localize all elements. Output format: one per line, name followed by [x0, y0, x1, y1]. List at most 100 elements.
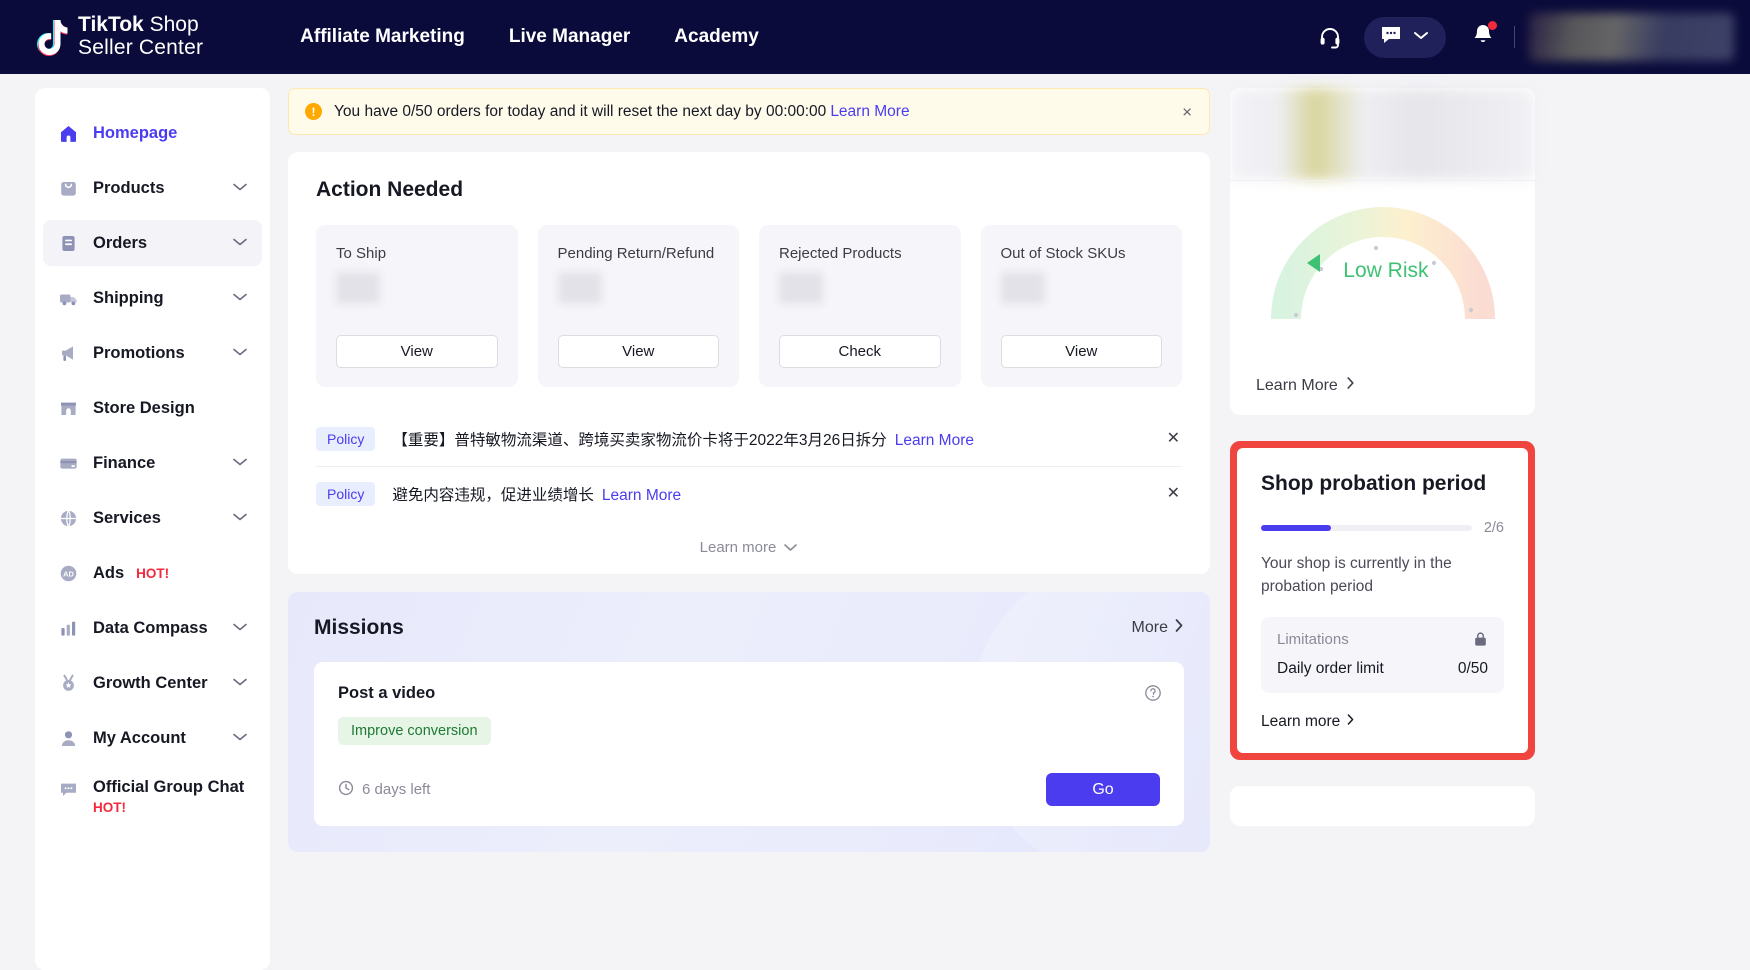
nav-affiliate-marketing[interactable]: Affiliate Marketing	[300, 26, 465, 48]
chevron-down-icon	[232, 619, 248, 637]
person-icon	[57, 727, 79, 749]
hot-badge: HOT!	[93, 800, 244, 815]
sidebar-item-label: Orders	[93, 234, 147, 253]
limitation-label: Daily order limit	[1277, 660, 1384, 678]
sidebar-item-orders[interactable]: Orders	[43, 220, 262, 266]
chevron-right-icon	[1174, 618, 1184, 638]
limitation-value: 0/50	[1458, 660, 1488, 678]
policy-text: 避免内容违规，促进业绩增长	[392, 487, 594, 504]
action-card-label: Pending Return/Refund	[558, 245, 720, 262]
action-card-label: Out of Stock SKUs	[1001, 245, 1163, 262]
mission-go-button[interactable]: Go	[1046, 773, 1160, 806]
help-icon[interactable]	[1144, 684, 1162, 707]
chevron-down-icon	[232, 454, 248, 472]
sidebar-item-label: Growth Center	[93, 674, 208, 693]
bar-chart-icon	[57, 617, 79, 639]
policy-message: 避免内容违规，促进业绩增长 Learn More	[392, 483, 681, 505]
banner-learn-more-link[interactable]: Learn More	[830, 103, 909, 120]
action-needed-grid: To Ship View Pending Return/Refund View …	[316, 225, 1182, 387]
policy-row: Policy 【重要】普特敏物流渠道、跨境买卖家物流价卡将于2022年3月26日…	[316, 412, 1182, 466]
shop-probation-card: Shop probation period 2/6 Your shop is c…	[1237, 448, 1528, 753]
sidebar: Homepage Products Orders Shipping	[35, 88, 270, 970]
logo-wordmark: TikTok Shop Seller Center	[78, 14, 203, 59]
action-card-value	[1001, 272, 1045, 304]
sidebar-item-label: My Account	[93, 729, 186, 748]
headset-icon[interactable]	[1318, 25, 1342, 49]
logo-tiktok-text: TikTok	[78, 13, 144, 36]
notifications-button[interactable]	[1472, 23, 1494, 51]
limitations-header: Limitations	[1277, 631, 1488, 648]
tiktok-note-icon	[35, 18, 69, 56]
close-icon[interactable]: ✕	[1167, 486, 1180, 502]
mission-title: Post a video	[338, 684, 1160, 703]
sidebar-item-label: Products	[93, 179, 165, 198]
sidebar-item-services[interactable]: Services	[43, 495, 262, 541]
sidebar-item-data-compass[interactable]: Data Compass	[43, 605, 262, 651]
top-header: TikTok Shop Seller Center Affiliate Mark…	[0, 0, 1750, 74]
action-card-button[interactable]: View	[1001, 335, 1163, 368]
action-card-out-of-stock-skus[interactable]: Out of Stock SKUs View	[981, 225, 1183, 387]
sidebar-item-homepage[interactable]: Homepage	[43, 110, 262, 156]
order-limit-banner: ! You have 0/50 orders for today and it …	[288, 88, 1210, 135]
sidebar-item-my-account[interactable]: My Account	[43, 715, 262, 761]
sidebar-item-growth-center[interactable]: Growth Center	[43, 660, 262, 706]
action-card-pending-return-refund[interactable]: Pending Return/Refund View	[538, 225, 740, 387]
sidebar-item-label: Shipping	[93, 289, 164, 308]
nav-academy[interactable]: Academy	[674, 26, 759, 48]
action-card-rejected-products[interactable]: Rejected Products Check	[759, 225, 961, 387]
mission-footer: 6 days left Go	[338, 773, 1160, 806]
chevron-down-icon	[232, 509, 248, 527]
learn-more-label: Learn more	[700, 539, 777, 556]
action-card-label: To Ship	[336, 245, 498, 262]
header-actions	[1318, 0, 1750, 74]
learn-more-toggle[interactable]: Learn more	[316, 520, 1182, 574]
action-card-to-ship[interactable]: To Ship View	[316, 225, 518, 387]
sidebar-item-finance[interactable]: Finance	[43, 440, 262, 486]
sidebar-item-label: Services	[93, 509, 161, 528]
close-icon[interactable]: ×	[1182, 103, 1192, 120]
sidebar-item-label: Homepage	[93, 124, 177, 143]
chat-icon	[57, 778, 79, 800]
ad-circle-icon: AD	[57, 562, 79, 584]
messages-button[interactable]	[1364, 17, 1446, 58]
policy-row: Policy 避免内容违规，促进业绩增长Learn More ✕	[316, 466, 1182, 520]
store-icon	[57, 397, 79, 419]
sidebar-item-promotions[interactable]: Promotions	[43, 330, 262, 376]
right-bottom-placeholder-card	[1230, 786, 1535, 826]
logo-seller-center-text: Seller Center	[78, 37, 203, 60]
policy-learn-more-link[interactable]: Learn More	[895, 432, 974, 449]
action-needed-card: Action Needed To Ship View Pending Retur…	[288, 152, 1210, 574]
sidebar-item-shipping[interactable]: Shipping	[43, 275, 262, 321]
mission-countdown: 6 days left	[338, 780, 430, 800]
sidebar-item-official-group-chat[interactable]: Official Group Chat HOT!	[43, 770, 262, 832]
action-card-button[interactable]: View	[558, 335, 720, 368]
action-card-button[interactable]: Check	[779, 335, 941, 368]
limitations-box: Limitations Daily order limit 0/50	[1261, 617, 1504, 693]
sidebar-item-label: Promotions	[93, 344, 185, 363]
policy-learn-more-link[interactable]: Learn More	[602, 487, 681, 504]
probation-learn-more-link[interactable]: Learn more	[1261, 713, 1504, 731]
banner-message: You have 0/50 orders for today and it wi…	[334, 103, 910, 121]
tiktok-shop-logo[interactable]: TikTok Shop Seller Center	[35, 14, 203, 59]
hot-badge: HOT!	[136, 566, 169, 581]
home-icon	[57, 122, 79, 144]
sidebar-item-ads[interactable]: AD Ads HOT!	[43, 550, 262, 596]
account-avatar[interactable]	[1529, 13, 1734, 61]
chevron-down-icon	[232, 674, 248, 692]
sidebar-item-content: Official Group Chat HOT!	[93, 778, 244, 815]
action-card-button[interactable]: View	[336, 335, 498, 368]
right-column: Low Risk Learn More Shop probation perio…	[1230, 88, 1535, 826]
sidebar-item-products[interactable]: Products	[43, 165, 262, 211]
nav-live-manager[interactable]: Live Manager	[509, 26, 630, 48]
chevron-down-icon	[232, 289, 248, 307]
missions-title: Missions	[314, 616, 404, 640]
probation-title: Shop probation period	[1261, 472, 1504, 496]
bell-icon	[1472, 33, 1494, 50]
action-card-value	[779, 272, 823, 304]
sidebar-item-store-design[interactable]: Store Design	[43, 385, 262, 431]
missions-header: Missions More	[314, 616, 1184, 640]
medal-icon	[57, 672, 79, 694]
close-icon[interactable]: ✕	[1167, 431, 1180, 447]
missions-more-button[interactable]: More	[1132, 618, 1184, 638]
probation-highlight-box: Shop probation period 2/6 Your shop is c…	[1230, 441, 1535, 760]
